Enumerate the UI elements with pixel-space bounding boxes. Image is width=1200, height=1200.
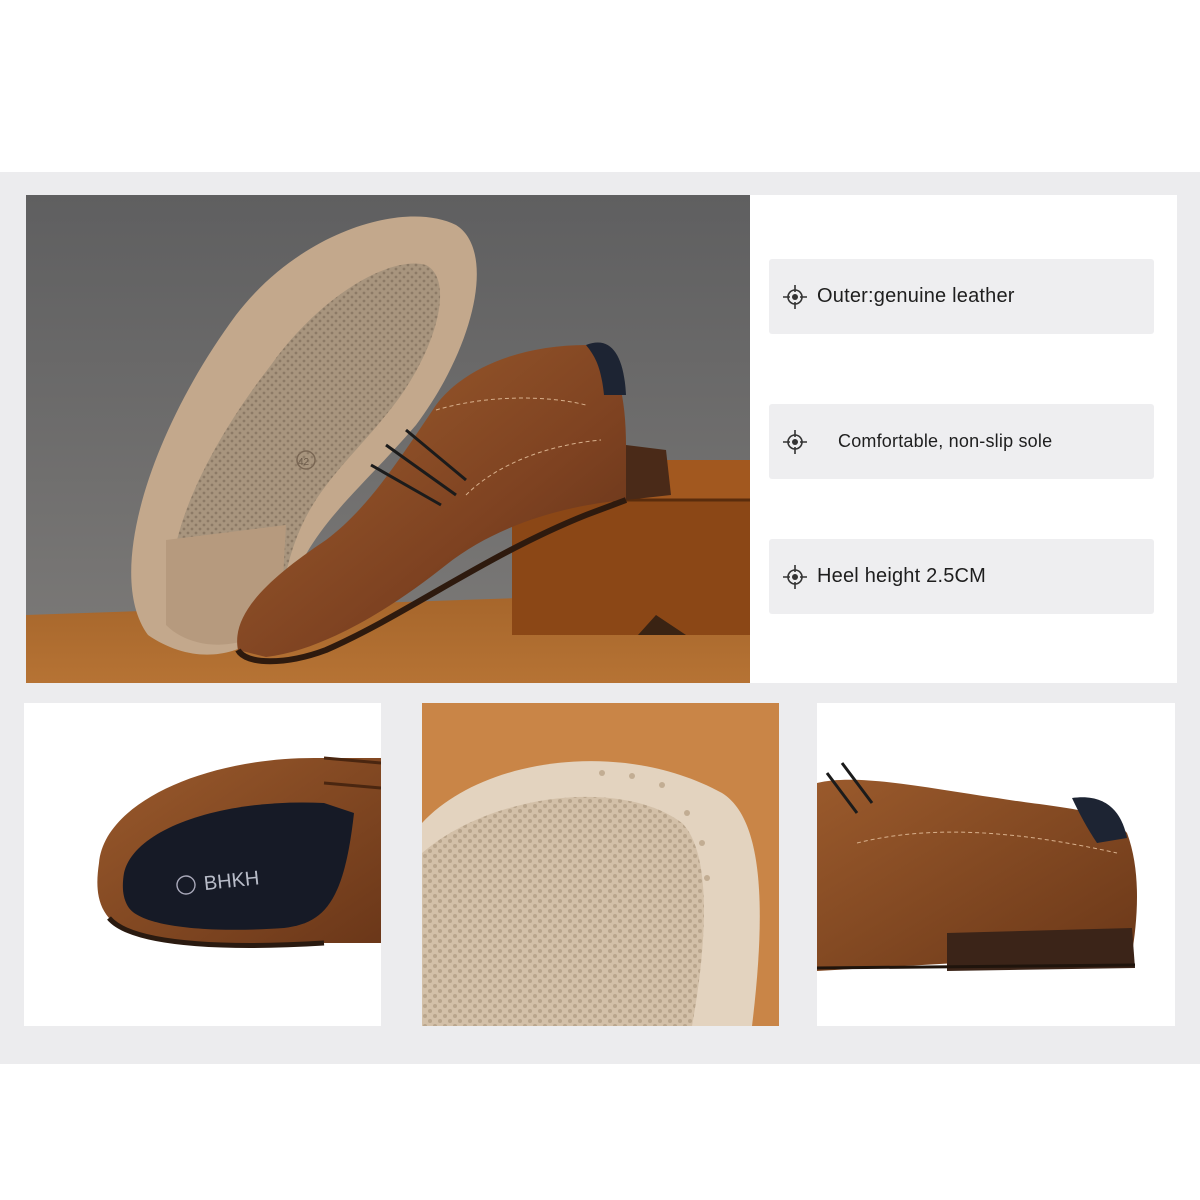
size-mark: 42 <box>298 457 310 468</box>
feature-item-outer-leather: Outer:genuine leather <box>769 259 1154 334</box>
feature-label: Heel height 2.5CM <box>817 565 987 587</box>
feature-label: Outer:genuine leather <box>817 285 1015 307</box>
crosshair-icon <box>783 429 807 454</box>
heel-detail-photo <box>817 703 1175 1026</box>
sole-closeup-photo <box>422 703 779 1026</box>
feature-item-non-slip-sole: Comfortable, non-slip sole <box>769 404 1154 479</box>
insole-detail-photo: BHKH <box>24 703 381 1026</box>
crosshair-icon <box>783 564 807 589</box>
crosshair-icon <box>783 284 807 309</box>
feature-label: Comfortable, non-slip sole <box>838 431 1053 451</box>
hero-product-photo: 42 <box>26 195 750 683</box>
feature-item-heel-height: Heel height 2.5CM <box>769 539 1154 614</box>
feature-list: Outer:genuine leather Comfortable, non-s… <box>750 195 1177 683</box>
